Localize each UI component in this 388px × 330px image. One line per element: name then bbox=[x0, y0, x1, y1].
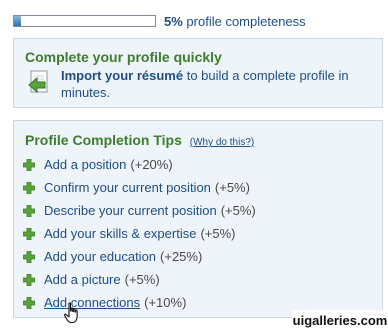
tip-confirm-current-position[interactable]: Confirm your current position (+5%) bbox=[23, 176, 256, 199]
progress-fill bbox=[14, 16, 22, 26]
profile-progress: 5% profile completeness bbox=[13, 11, 383, 31]
tips-list: Add a position (+20%) Confirm your curre… bbox=[23, 153, 256, 314]
progress-bar bbox=[13, 15, 156, 27]
tip-label[interactable]: Add a position bbox=[44, 157, 126, 172]
tip-label[interactable]: Confirm your current position bbox=[44, 180, 211, 195]
plus-icon bbox=[23, 273, 35, 286]
plus-icon bbox=[23, 158, 35, 171]
progress-percent: 5% bbox=[164, 13, 183, 29]
tip-gain: (+25%) bbox=[160, 249, 203, 264]
tip-label[interactable]: Add your education bbox=[44, 249, 156, 264]
tip-add-skills[interactable]: Add your skills & expertise (+5%) bbox=[23, 222, 256, 245]
import-resume-text: Import your résumé to build a complete p… bbox=[61, 67, 371, 101]
progress-suffix: profile completeness bbox=[186, 13, 306, 29]
tip-gain: (+5%) bbox=[124, 272, 160, 287]
complete-quickly-box: Complete your profile quickly Import you… bbox=[13, 38, 383, 108]
plus-icon bbox=[23, 181, 35, 194]
plus-icon bbox=[23, 250, 35, 263]
complete-quickly-title: Complete your profile quickly bbox=[25, 49, 222, 65]
watermark: uigalleries.com bbox=[292, 310, 388, 330]
import-resume-link[interactable]: Import your résumé bbox=[61, 68, 183, 83]
completion-tips-box: Profile Completion Tips (Why do this?) A… bbox=[13, 120, 383, 318]
tip-gain: (+20%) bbox=[130, 157, 173, 172]
tip-add-picture[interactable]: Add a picture (+5%) bbox=[23, 268, 256, 291]
progress-label: 5% profile completeness bbox=[164, 14, 306, 29]
completion-tips-title: Profile Completion Tips bbox=[25, 132, 182, 148]
tip-label[interactable]: Add a picture bbox=[44, 272, 121, 287]
tip-describe-current-position[interactable]: Describe your current position (+5%) bbox=[23, 199, 256, 222]
plus-icon bbox=[23, 227, 35, 240]
plus-icon bbox=[23, 204, 35, 217]
tip-label[interactable]: Add your skills & expertise bbox=[44, 226, 196, 241]
tip-add-education[interactable]: Add your education (+25%) bbox=[23, 245, 256, 268]
tip-gain: (+10%) bbox=[144, 295, 187, 310]
plus-icon bbox=[23, 296, 35, 309]
tip-label[interactable]: Add connections bbox=[44, 295, 140, 310]
completion-tips-heading: Profile Completion Tips (Why do this?) bbox=[25, 132, 254, 148]
profile-completion-panel: 5% profile completeness Complete your pr… bbox=[0, 0, 388, 330]
tip-add-position[interactable]: Add a position (+20%) bbox=[23, 153, 256, 176]
tip-gain: (+5%) bbox=[220, 203, 256, 218]
tip-add-connections[interactable]: Add connections (+10%) bbox=[23, 291, 256, 314]
tip-gain: (+5%) bbox=[200, 226, 236, 241]
hand-cursor-icon bbox=[63, 302, 78, 324]
tip-label[interactable]: Describe your current position bbox=[44, 203, 217, 218]
document-import-icon[interactable] bbox=[26, 69, 52, 95]
why-do-this-link[interactable]: (Why do this?) bbox=[190, 137, 254, 148]
tip-gain: (+5%) bbox=[214, 180, 250, 195]
